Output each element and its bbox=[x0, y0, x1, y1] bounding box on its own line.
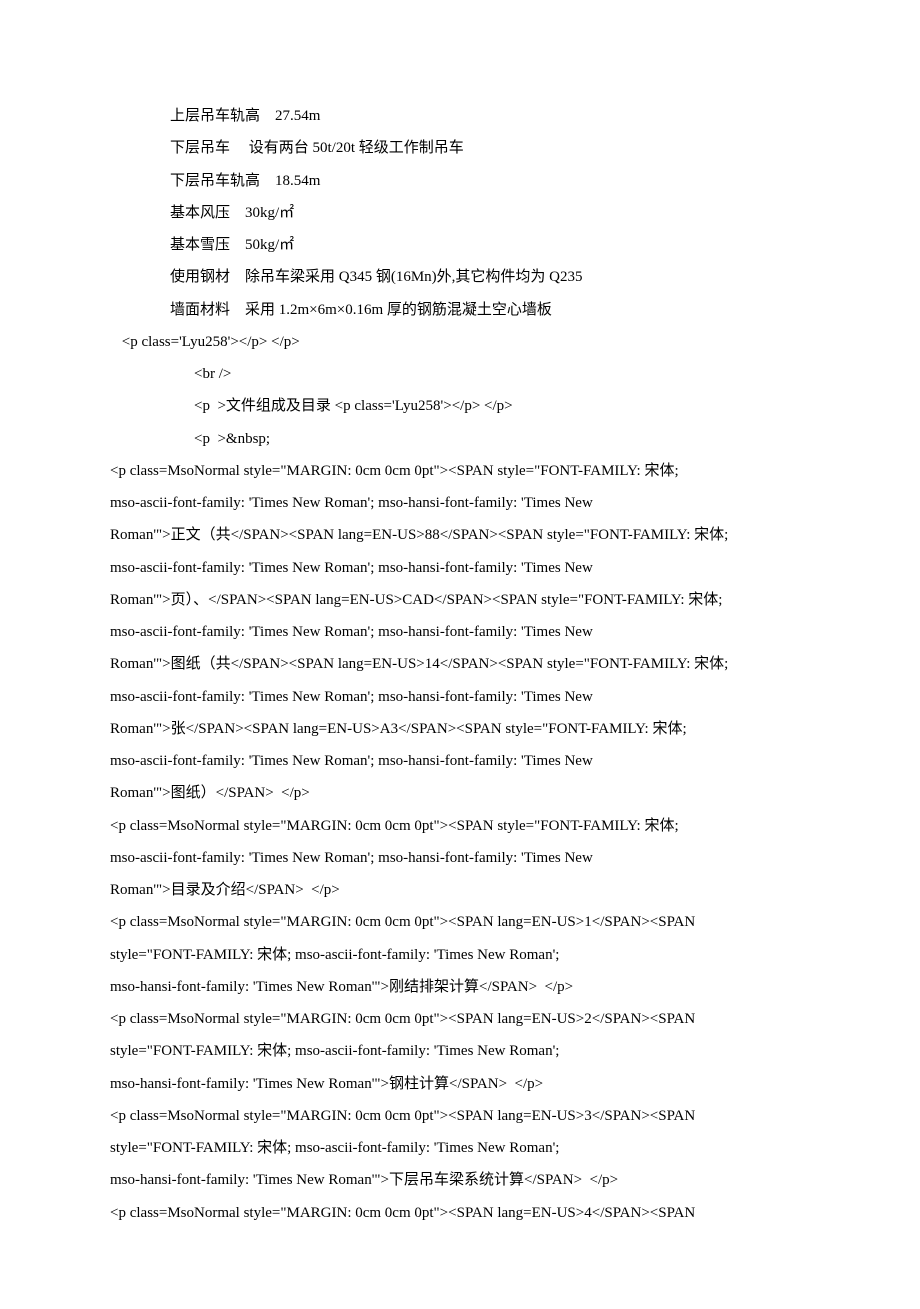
code-line: mso-hansi-font-family: 'Times New Roman'… bbox=[110, 1164, 810, 1196]
code-line: <p class=MsoNormal style="MARGIN: 0cm 0c… bbox=[110, 1003, 810, 1035]
code-line: style="FONT-FAMILY: 宋体; mso-ascii-font-f… bbox=[110, 1035, 810, 1067]
spec-line-steel: 使用钢材 除吊车梁采用 Q345 钢(16Mn)外,其它构件均为 Q235 bbox=[110, 261, 810, 293]
code-line: Roman'">图纸）</SPAN> </p> bbox=[110, 777, 810, 809]
code-line: <p >文件组成及目录 <p class='Lyu258'></p> </p> bbox=[110, 390, 810, 422]
code-line: mso-hansi-font-family: 'Times New Roman'… bbox=[110, 1068, 810, 1100]
code-line: Roman'">正文（共</SPAN><SPAN lang=EN-US>88</… bbox=[110, 519, 810, 551]
code-line: mso-ascii-font-family: 'Times New Roman'… bbox=[110, 616, 810, 648]
code-line: <p class=MsoNormal style="MARGIN: 0cm 0c… bbox=[110, 810, 810, 842]
code-line: mso-hansi-font-family: 'Times New Roman'… bbox=[110, 971, 810, 1003]
code-line: mso-ascii-font-family: 'Times New Roman'… bbox=[110, 842, 810, 874]
code-line: <p >&nbsp; bbox=[110, 423, 810, 455]
spec-line-wall-material: 墙面材料 采用 1.2m×6m×0.16m 厚的钢筋混凝土空心墙板 bbox=[110, 294, 810, 326]
spec-line-wind-pressure: 基本风压 30kg/㎡ bbox=[110, 197, 810, 229]
spec-line-upper-crane-rail: 上层吊车轨高 27.54m bbox=[110, 100, 810, 132]
code-line: mso-ascii-font-family: 'Times New Roman'… bbox=[110, 745, 810, 777]
spec-line-lower-crane-rail: 下层吊车轨高 18.54m bbox=[110, 165, 810, 197]
code-line: <p class=MsoNormal style="MARGIN: 0cm 0c… bbox=[110, 1197, 810, 1229]
code-line: Roman'">目录及介绍</SPAN> </p> bbox=[110, 874, 810, 906]
code-line: style="FONT-FAMILY: 宋体; mso-ascii-font-f… bbox=[110, 1132, 810, 1164]
code-line: mso-ascii-font-family: 'Times New Roman'… bbox=[110, 552, 810, 584]
code-line: mso-ascii-font-family: 'Times New Roman'… bbox=[110, 487, 810, 519]
spec-line-lower-crane: 下层吊车 设有两台 50t/20t 轻级工作制吊车 bbox=[110, 132, 810, 164]
document-page: 上层吊车轨高 27.54m 下层吊车 设有两台 50t/20t 轻级工作制吊车 … bbox=[0, 0, 920, 1309]
code-line: <p class='Lyu258'></p> </p> bbox=[110, 326, 810, 358]
code-line: style="FONT-FAMILY: 宋体; mso-ascii-font-f… bbox=[110, 939, 810, 971]
code-line: Roman'">张</SPAN><SPAN lang=EN-US>A3</SPA… bbox=[110, 713, 810, 745]
code-line: <p class=MsoNormal style="MARGIN: 0cm 0c… bbox=[110, 906, 810, 938]
code-line: Roman'">图纸（共</SPAN><SPAN lang=EN-US>14</… bbox=[110, 648, 810, 680]
code-line: <br /> bbox=[110, 358, 810, 390]
code-line: Roman'">页）、</SPAN><SPAN lang=EN-US>CAD</… bbox=[110, 584, 810, 616]
spec-line-snow-pressure: 基本雪压 50kg/㎡ bbox=[110, 229, 810, 261]
code-line: <p class=MsoNormal style="MARGIN: 0cm 0c… bbox=[110, 1100, 810, 1132]
code-line: mso-ascii-font-family: 'Times New Roman'… bbox=[110, 681, 810, 713]
code-line: <p class=MsoNormal style="MARGIN: 0cm 0c… bbox=[110, 455, 810, 487]
